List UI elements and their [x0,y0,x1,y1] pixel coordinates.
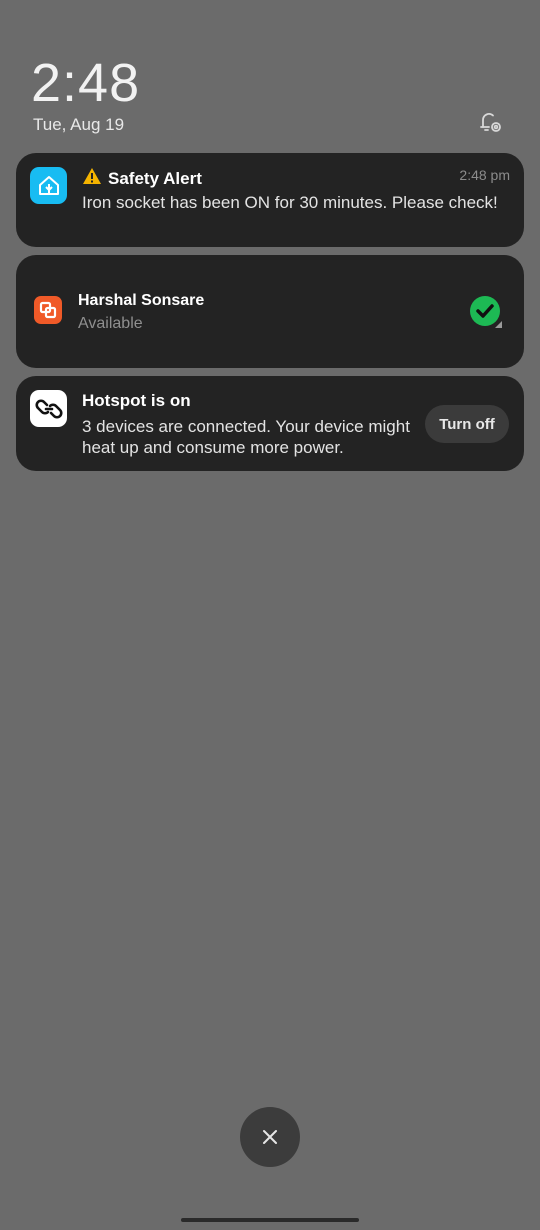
notification-settings-icon[interactable] [474,106,506,138]
anydesk-icon [34,296,62,324]
home-assistant-icon [30,167,67,204]
lockscreen-clock: 2:48 [31,53,141,113]
gesture-home-bar[interactable] [181,1218,359,1222]
turn-off-button[interactable]: Turn off [425,405,509,443]
notification-body: Iron socket has been ON for 30 minutes. … [82,193,498,212]
close-icon [263,1130,277,1144]
notification-contact[interactable]: Harshal Sonsare Available [16,255,524,368]
contact-name: Harshal Sonsare [78,292,205,309]
check-circle-icon [469,295,503,329]
hotspot-title: Hotspot is on [82,391,191,410]
contact-status: Available [78,315,143,332]
clear-all-button[interactable] [240,1107,300,1167]
notification-time: 2:48 pm [459,167,510,183]
notification-title: Safety Alert [82,167,202,190]
hotspot-link-icon [30,390,67,427]
warning-icon [82,167,102,190]
hotspot-body: 3 devices are connected. Your device mig… [82,417,410,457]
lockscreen-date: Tue, Aug 19 [33,115,125,134]
notification-hotspot[interactable]: Hotspot is on 3 devices are connected. Y… [16,376,524,471]
notification-safety-alert[interactable]: Safety Alert 2:48 pm Iron socket has bee… [16,153,524,247]
notification-title-text: Safety Alert [108,168,202,188]
